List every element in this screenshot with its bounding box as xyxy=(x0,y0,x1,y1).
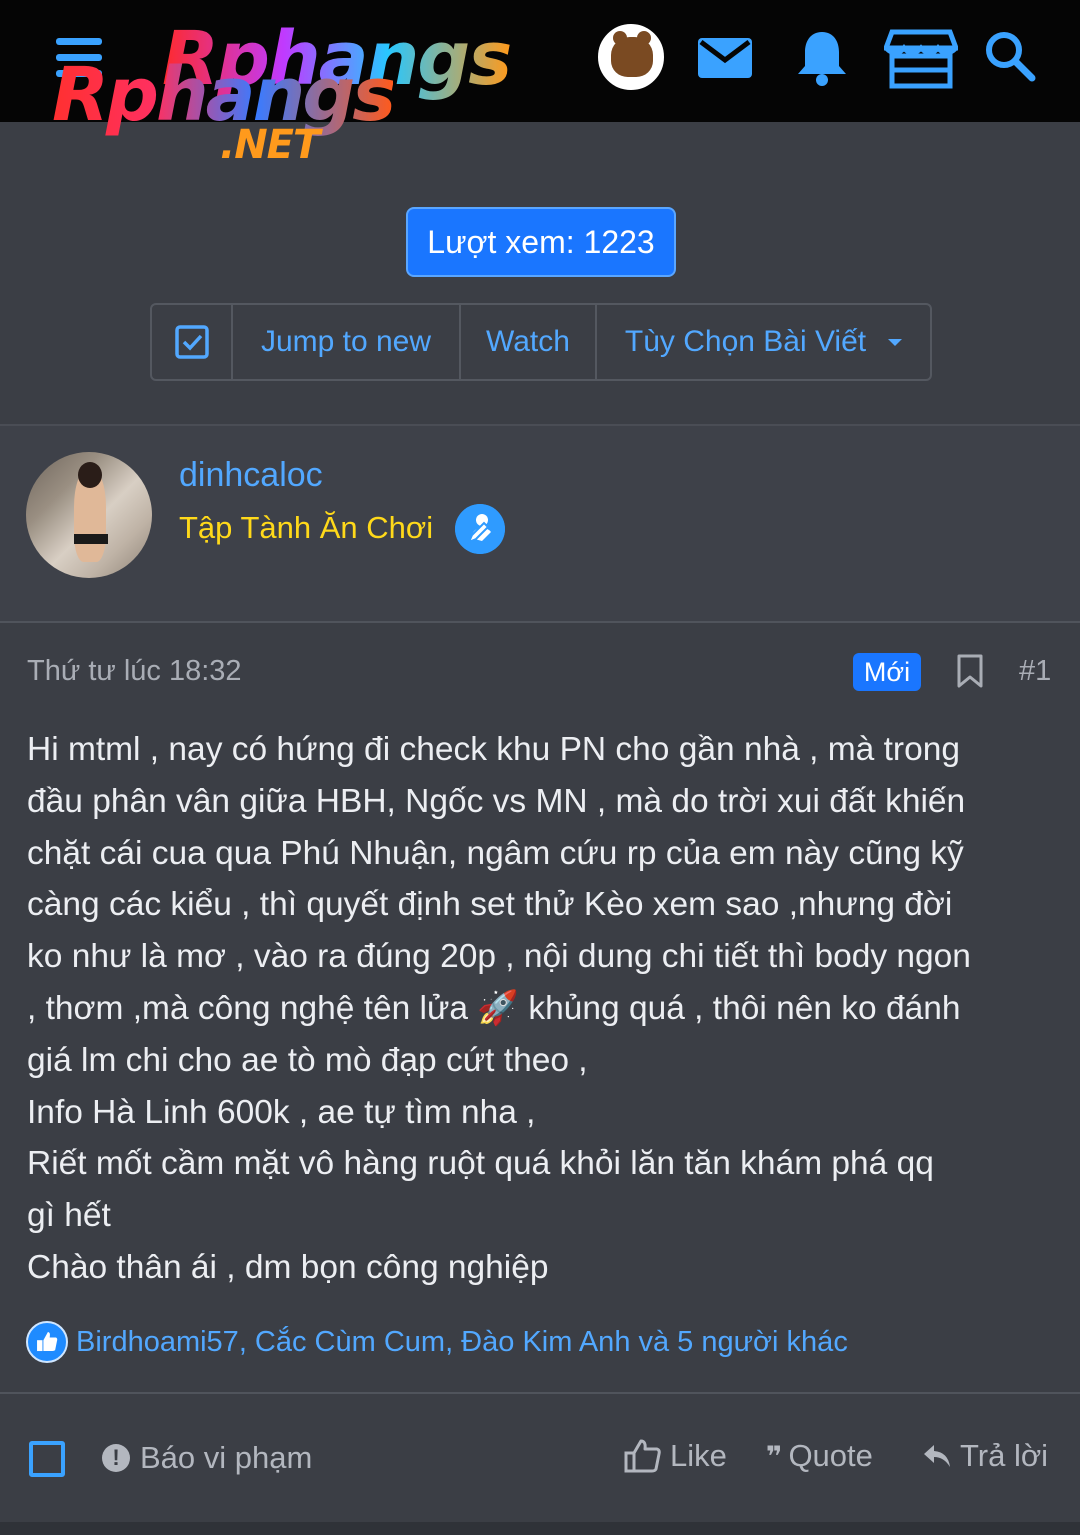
post-author-block: dinhcaloc Tập Tành Ăn Chơi xyxy=(0,424,1080,623)
alert-icon: ! xyxy=(102,1444,130,1472)
bear-icon xyxy=(611,31,653,77)
user-avatar[interactable] xyxy=(26,452,152,578)
new-badge: Mới xyxy=(853,653,921,691)
post-line: Riết mốt cầm mặt vô hàng ruột quá khỏi l… xyxy=(27,1145,934,1183)
user-edit-icon xyxy=(455,504,505,554)
select-post-checkbox[interactable] xyxy=(29,1441,65,1477)
reply-label: Trả lời xyxy=(960,1438,1049,1473)
logo-line-1: Rphangs xyxy=(162,16,512,102)
site-logo[interactable]: Rphangs Rphangs .NET xyxy=(52,14,542,174)
reply-arrow-icon xyxy=(924,1445,950,1467)
quote-button[interactable]: ❞ Quote xyxy=(766,1438,873,1474)
post-line: đầu phân vân giữa HBH, Ngốc vs MN , mà d… xyxy=(27,782,966,820)
reply-button[interactable]: Trả lời xyxy=(922,1438,1048,1474)
quote-icon: ❞ xyxy=(766,1440,783,1472)
user-title: Tập Tành Ăn Chơi xyxy=(179,510,434,545)
thumbs-up-reaction-icon xyxy=(26,1321,68,1363)
post-line: gì hết xyxy=(27,1197,111,1235)
report-button[interactable]: ! Báo vi phạm xyxy=(102,1440,312,1476)
menu-icon[interactable] xyxy=(56,38,102,82)
bookmark-icon[interactable] xyxy=(956,654,984,688)
thumbs-up-icon xyxy=(624,1439,661,1473)
quote-label: Quote xyxy=(788,1438,873,1473)
next-post-edge xyxy=(0,1522,1080,1535)
mail-icon[interactable] xyxy=(693,26,757,90)
post-line: Info Hà Linh 600k , ae tự tìm nha , xyxy=(27,1093,536,1131)
caret-down-icon xyxy=(888,338,903,346)
logo-line-2: Rphangs xyxy=(52,52,396,138)
post-options-dropdown[interactable]: Tùy Chọn Bài Viết xyxy=(597,305,930,379)
jump-to-new-button[interactable]: Jump to new xyxy=(233,305,461,379)
search-icon[interactable] xyxy=(980,26,1044,90)
view-count-badge: Lượt xem: 1223 xyxy=(406,207,676,277)
post-line: càng các kiểu , thì quyết định set thử K… xyxy=(27,886,953,924)
post-line: ko như là mơ , vào ra đúng 20p , nội dun… xyxy=(27,938,971,976)
reaction-users-link[interactable]: Birdhoami57, Cắc Cùm Cum, Đào Kim Anh và… xyxy=(76,1326,848,1359)
post-line: Chào thân ái , dm bọn công nghiệp xyxy=(27,1248,549,1286)
post-content: Hi mtml , nay có hứng đi check khu PN ch… xyxy=(27,724,1057,1294)
thread-toolbar: Jump to new Watch Tùy Chọn Bài Viết xyxy=(150,303,932,381)
post-timestamp[interactable]: Thứ tư lúc 18:32 xyxy=(27,655,242,688)
select-thread-checkbox[interactable] xyxy=(152,305,233,379)
divider xyxy=(0,1392,1080,1394)
post-line: giá lm chi cho ae tò mò đạp cứt theo , xyxy=(27,1041,588,1079)
report-label: Báo vi phạm xyxy=(140,1440,313,1475)
bell-icon[interactable] xyxy=(790,26,854,90)
post-number-link[interactable]: #1 xyxy=(1019,655,1051,688)
account-avatar[interactable] xyxy=(598,24,664,90)
logo-suffix: .NET xyxy=(220,122,320,168)
post-options-label: Tùy Chọn Bài Viết xyxy=(624,325,867,358)
post-line: , thơm ,mà công nghệ tên lửa 🚀 khủng quá… xyxy=(27,989,961,1027)
post-line: chặt cái cua qua Phú Nhuận, ngâm cứu rp … xyxy=(27,834,964,872)
store-icon[interactable] xyxy=(884,26,958,90)
top-bar: Rphangs Rphangs .NET xyxy=(0,0,1080,168)
reactions-bar: Birdhoami57, Cắc Cùm Cum, Đào Kim Anh và… xyxy=(26,1320,848,1364)
checkbox-icon xyxy=(174,325,209,359)
like-label: Like xyxy=(670,1438,727,1473)
like-button[interactable]: Like xyxy=(624,1438,727,1474)
username-link[interactable]: dinhcaloc xyxy=(179,456,323,495)
post-line: Hi mtml , nay có hứng đi check khu PN ch… xyxy=(27,731,960,768)
watch-button[interactable]: Watch xyxy=(461,305,597,379)
